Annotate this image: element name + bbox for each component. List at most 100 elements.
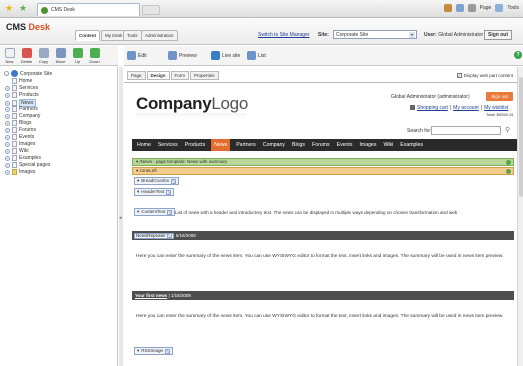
sign-out-button[interactable]: Sign out	[484, 30, 512, 40]
tab-page[interactable]: Page	[127, 71, 146, 80]
edit-pencil-icon[interactable]: ✎	[171, 178, 177, 184]
news-title-link[interactable]: Your first news	[135, 293, 167, 298]
tools-menu[interactable]: Tools	[507, 5, 519, 11]
webpart-headertext[interactable]: ▾ HeaderText ✎	[134, 188, 175, 196]
nav-wiki[interactable]: Wiki	[382, 139, 394, 151]
nav-blogs[interactable]: Blogs	[291, 139, 306, 151]
tab-properties[interactable]: Properties	[190, 71, 219, 80]
expand-icon[interactable]: +	[5, 148, 10, 154]
webpart-contenttext[interactable]: ▾ ContentText ✎	[134, 208, 176, 216]
expand-icon[interactable]: +	[5, 155, 10, 161]
tab-content[interactable]: Content	[75, 30, 100, 41]
live-site-button[interactable]: Live site	[211, 51, 240, 60]
preview-icon	[168, 51, 177, 60]
expand-icon[interactable]: +	[5, 100, 10, 106]
tree-item-company[interactable]: + Company	[5, 113, 40, 119]
tab-administration[interactable]: Administration	[141, 30, 178, 41]
nav-partners[interactable]: Partners	[235, 139, 257, 151]
expand-icon[interactable]: +	[5, 134, 10, 140]
search-input[interactable]	[431, 126, 501, 135]
browser-tab[interactable]: CMS Desk	[37, 3, 140, 16]
feeds-icon[interactable]	[455, 4, 464, 12]
expand-icon[interactable]: +	[5, 106, 10, 112]
tree-item-images[interactable]: + Images	[5, 141, 35, 147]
new-tab-button[interactable]	[142, 5, 160, 15]
webpart-rssimage[interactable]: ▾ RSSImage ✎	[134, 347, 174, 355]
edit-pencil-icon[interactable]: ✎	[165, 348, 171, 354]
nav-news[interactable]: News	[211, 139, 231, 151]
display-web-part-content-toggle[interactable]: ✓ Display web part content	[456, 73, 513, 78]
nav-home[interactable]: Home	[136, 139, 152, 151]
tree-item-partners[interactable]: + Partners	[5, 106, 38, 112]
my-account-link[interactable]: My account	[453, 105, 479, 111]
zone-left-bar[interactable]: ▾ zoneLeft	[132, 167, 514, 175]
collapse-icon[interactable]: -	[4, 71, 9, 76]
switch-to-site-manager-link[interactable]: Switch to Site Manager	[258, 32, 309, 38]
tree-root[interactable]: - Corporate Site	[4, 70, 52, 77]
company-logo[interactable]: CompanyLogo	[136, 94, 248, 114]
expand-icon[interactable]: +	[5, 169, 10, 175]
nav-images[interactable]: Images	[358, 139, 377, 151]
tree-item-home[interactable]: Home	[12, 78, 32, 84]
expand-icon[interactable]: +	[5, 162, 10, 168]
copy-button[interactable]: Copy	[36, 48, 51, 64]
my-wishlist-link[interactable]: My wishlist	[484, 105, 508, 111]
collapse-pane-icon[interactable]: ◂	[119, 215, 122, 221]
tree-item-images-2[interactable]: + Images	[5, 169, 35, 175]
display-web-part-checkbox[interactable]: ✓	[456, 73, 462, 78]
preview-button[interactable]: Preview	[168, 51, 197, 60]
nav-forums[interactable]: Forums	[311, 139, 331, 151]
tab-form[interactable]: Form	[170, 71, 190, 80]
tree-item-events[interactable]: + Events	[5, 134, 34, 140]
tree-item-services[interactable]: + Services	[5, 85, 38, 91]
nav-events[interactable]: Events	[336, 139, 354, 151]
company-logo-light: Logo	[211, 94, 248, 113]
site-sign-out-button[interactable]: Sign out	[486, 92, 513, 101]
favorites-star-icon[interactable]: ★	[5, 4, 13, 13]
nav-services[interactable]: Services	[157, 139, 179, 151]
delete-button[interactable]: Delete	[19, 48, 34, 64]
tree-item-products[interactable]: + Products	[5, 92, 39, 98]
edit-pencil-icon[interactable]: ✎	[166, 233, 172, 238]
expand-icon[interactable]: +	[5, 85, 10, 91]
expand-icon[interactable]: +	[5, 120, 10, 126]
nav-company[interactable]: Company	[262, 139, 286, 151]
site-select[interactable]: Corporate Site ▾	[333, 30, 417, 39]
tree-item-examples[interactable]: + Examples	[5, 155, 41, 161]
page-icon	[12, 127, 17, 133]
expand-icon[interactable]: +	[5, 92, 10, 98]
tree-item-wiki[interactable]: + Wiki	[5, 148, 28, 154]
template-properties-icon[interactable]	[506, 160, 511, 165]
new-button[interactable]: New	[2, 48, 17, 64]
tree-item-special-pages[interactable]: + Special pages	[5, 162, 50, 168]
add-web-part-icon[interactable]	[506, 169, 511, 174]
nav-products[interactable]: Products	[184, 139, 206, 151]
help-icon[interactable]: ?	[514, 51, 522, 59]
add-favorite-icon[interactable]: ★	[19, 4, 27, 13]
edit-pencil-icon[interactable]: ✎	[167, 209, 173, 215]
page-menu[interactable]: Page	[480, 5, 492, 11]
tab-design[interactable]: Design	[146, 71, 170, 80]
edit-button[interactable]: Edit	[127, 51, 147, 60]
webpart-newsrepeater[interactable]: NewsRepeater ✎	[134, 232, 174, 239]
shopping-cart-link[interactable]: Shopping cart	[417, 105, 448, 111]
expand-icon[interactable]: +	[5, 113, 10, 119]
print-icon[interactable]	[467, 4, 476, 12]
webpart-breadcrumbs[interactable]: ▾ BreadCrumbs ✎	[134, 177, 180, 185]
expand-icon[interactable]: +	[5, 141, 10, 147]
content-scrollbar[interactable]	[517, 67, 523, 366]
tree-item-blogs[interactable]: + Blogs	[5, 120, 32, 126]
tree-item-forums[interactable]: + Forums	[5, 127, 36, 133]
edit-pencil-icon[interactable]: ✎	[166, 189, 172, 195]
expand-icon[interactable]: +	[5, 127, 10, 133]
down-button[interactable]: Down	[87, 48, 102, 64]
home-icon[interactable]	[443, 4, 452, 12]
page-template-bar[interactable]: ▾ /News - page template: News with summa…	[132, 158, 514, 166]
list-button[interactable]: List	[247, 51, 266, 60]
nav-examples[interactable]: Examples	[399, 139, 424, 151]
scroll-thumb[interactable]	[519, 77, 523, 197]
up-button[interactable]: Up	[70, 48, 85, 64]
tab-tools[interactable]: Tools	[123, 30, 142, 41]
search-icon[interactable]: ⚲	[505, 126, 510, 134]
move-button[interactable]: Move	[53, 48, 68, 64]
